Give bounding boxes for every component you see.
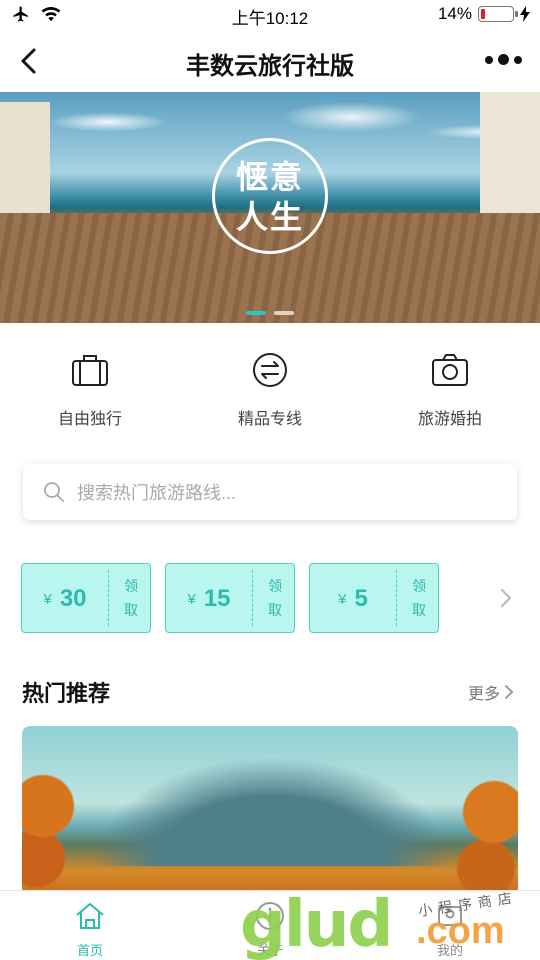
dot-icon	[485, 55, 493, 64]
search-icon	[44, 482, 64, 502]
image-leaves-right	[438, 756, 518, 896]
category-label: 旅游婚拍	[417, 411, 482, 428]
tab-label: 首页	[76, 943, 103, 958]
category-label: 精品专线	[237, 411, 302, 428]
coupon-value: 30	[59, 585, 87, 612]
battery-icon	[478, 6, 518, 22]
coupon-claim-button[interactable]: 领取	[262, 574, 288, 622]
banner-logo: 惬意 人生	[212, 138, 328, 254]
coupon-amount: ¥ 5	[310, 564, 396, 634]
coupon-currency: ¥	[187, 590, 196, 608]
dot-icon	[498, 54, 509, 65]
nav-bar: 丰数云旅行社版	[0, 30, 540, 92]
tab-home[interactable]: 首页	[0, 891, 180, 960]
info-icon	[255, 902, 284, 930]
status-right: 14%	[438, 4, 530, 24]
more-link[interactable]: 更多	[468, 680, 514, 704]
coupon-value: 15	[203, 585, 231, 612]
carousel-dot-active[interactable]	[246, 311, 266, 315]
banner-carousel[interactable]: 惬意 人生	[0, 92, 540, 323]
home-icon	[76, 903, 104, 929]
coupon-row: ¥ 30 领取 ¥ 15 领取 ¥ 5 领取	[21, 563, 521, 635]
search-placeholder: 搜索热门旅游路线...	[77, 483, 237, 503]
coupon-value: 5	[354, 585, 368, 612]
more-menu-button[interactable]	[485, 54, 522, 65]
category-premium-routes[interactable]: 精品专线	[180, 350, 360, 430]
coupon-divider	[108, 570, 109, 626]
banner-logo-line2: 人生	[235, 199, 304, 235]
coupon-amount: ¥ 15	[166, 564, 252, 634]
coupon-divider	[396, 570, 397, 626]
coupon-claim-button[interactable]: 领取	[406, 574, 432, 622]
recommendation-image[interactable]	[22, 726, 518, 896]
category-free-travel[interactable]: 自由独行	[0, 350, 180, 430]
coupon-currency: ¥	[43, 590, 52, 608]
coupon-card[interactable]: ¥ 30 领取	[21, 563, 151, 633]
carousel-dot[interactable]	[274, 311, 294, 315]
category-label: 自由独行	[57, 411, 122, 428]
more-label: 更多	[467, 686, 500, 703]
tab-bar: 首页 关于 我的	[0, 890, 540, 960]
page-title: 丰数云旅行社版	[186, 53, 354, 80]
charging-icon	[520, 6, 530, 22]
dot-icon	[514, 55, 522, 64]
status-bar: 上午10:12 14%	[0, 0, 540, 30]
chevron-right-icon[interactable]	[499, 585, 513, 611]
tab-label: 关于	[256, 943, 283, 958]
image-leaves-left	[22, 746, 92, 896]
coupon-divider	[252, 570, 253, 626]
chevron-right-icon	[505, 685, 513, 699]
coupon-card[interactable]: ¥ 5 领取	[309, 563, 439, 633]
banner-logo-line1: 惬意	[235, 159, 304, 195]
user-icon	[437, 906, 462, 926]
battery-percent: 14%	[437, 4, 472, 23]
tab-label: 我的	[436, 943, 463, 958]
coupon-claim-button[interactable]: 领取	[118, 574, 144, 622]
suitcase-icon	[71, 355, 108, 386]
category-wedding-photo[interactable]: 旅游婚拍	[360, 350, 540, 430]
coupon-amount: ¥ 30	[22, 564, 108, 634]
tab-about[interactable]: 关于	[180, 891, 360, 960]
search-input[interactable]: 搜索热门旅游路线...	[23, 464, 517, 520]
coupon-card[interactable]: ¥ 15 领取	[165, 563, 295, 633]
carousel-indicators	[0, 311, 540, 315]
camera-icon	[431, 354, 468, 386]
exchange-icon	[252, 353, 287, 387]
category-row: 自由独行 精品专线 旅游婚拍	[0, 350, 540, 430]
section-title-hot: 热门推荐	[22, 681, 111, 706]
battery-level	[481, 9, 485, 19]
tab-mine[interactable]: 我的	[360, 891, 540, 960]
image-mountain	[92, 756, 452, 866]
coupon-currency: ¥	[338, 590, 347, 608]
